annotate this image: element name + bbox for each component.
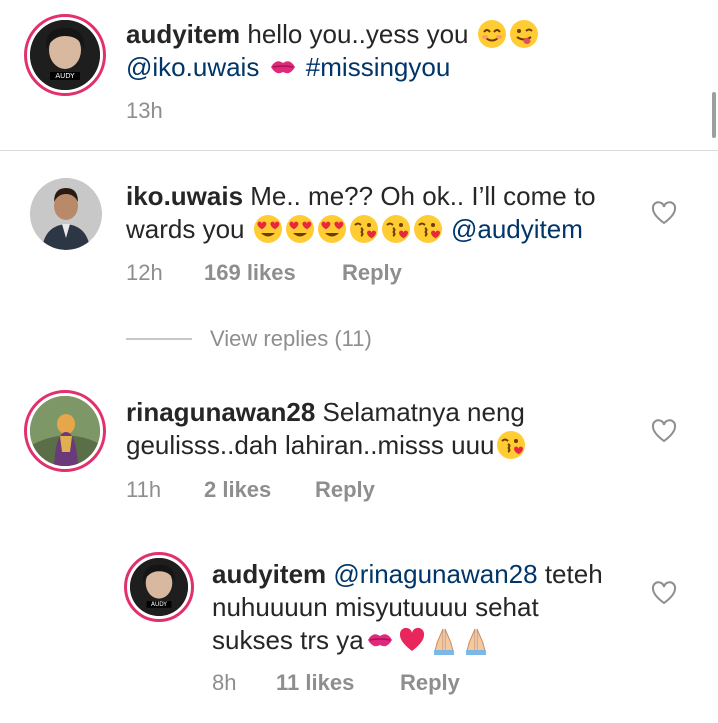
- comment-likes[interactable]: 169 likes: [204, 260, 342, 286]
- caption-meta: 13h: [126, 98, 163, 124]
- smiling-emoji-icon: [476, 19, 507, 49]
- comment-text: audyitem @rinagunawan28 teteh nuhuuuun m…: [212, 558, 642, 657]
- wink-tongue-emoji-icon: [508, 19, 539, 49]
- comment-mention[interactable]: @audyitem: [451, 214, 583, 244]
- heart-outline-icon[interactable]: [650, 580, 678, 606]
- avatar-photo-icon: AUDY: [30, 20, 100, 90]
- heart-eyes-emoji-icon: [253, 215, 282, 243]
- comment-likes[interactable]: 11 likes: [276, 670, 400, 696]
- scrollbar[interactable]: [712, 92, 716, 138]
- caption-hashtag[interactable]: #missingyou: [306, 52, 451, 82]
- kiss-mark-icon: [269, 60, 296, 74]
- caption-time: 13h: [126, 98, 163, 123]
- comment-username[interactable]: iko.uwais: [126, 181, 243, 211]
- red-heart-icon: [399, 627, 424, 651]
- heart-outline-icon[interactable]: [650, 418, 678, 444]
- comment-likes[interactable]: 2 likes: [204, 477, 315, 503]
- heart-eyes-emoji-icon: [285, 215, 314, 243]
- comment-body-line2: nuhuuuun misyutuuuu sehat: [212, 592, 539, 622]
- reply-button[interactable]: Reply: [315, 477, 375, 503]
- comment-meta: 11h 2 likes Reply: [126, 477, 375, 503]
- avatar[interactable]: [30, 178, 102, 250]
- heart-eyes-emoji-icon: [317, 215, 346, 243]
- avatar-photo-icon: [30, 178, 102, 250]
- comment-time: 11h: [126, 477, 162, 502]
- folded-hands-icon: [433, 628, 455, 655]
- kissing-heart-emoji-icon: [495, 430, 526, 460]
- caption-divider: [0, 150, 718, 151]
- avatar-label: AUDY: [55, 72, 75, 80]
- reply-button[interactable]: Reply: [342, 260, 402, 286]
- comment-text: iko.uwais Me.. me?? Oh ok.. I’ll come to…: [126, 180, 646, 246]
- comment-body: teteh: [537, 559, 603, 589]
- comment-username[interactable]: rinagunawan28: [126, 397, 315, 427]
- comments-screen: AUDY audyitem hello you..yess you @iko.u…: [0, 0, 718, 723]
- comment-meta: 12h 169 likes Reply: [126, 260, 402, 286]
- comment-time: 12h: [126, 260, 163, 285]
- avatar[interactable]: AUDY: [24, 14, 106, 96]
- caption-username[interactable]: audyitem: [126, 19, 240, 49]
- view-replies-line: [126, 338, 192, 340]
- view-replies-label: View replies (11): [210, 326, 372, 351]
- kiss-mark-icon: [366, 633, 393, 647]
- caption-mention[interactable]: @iko.uwais: [126, 52, 259, 82]
- avatar-photo-icon: AUDY: [130, 558, 188, 616]
- comment-meta: 8h 11 likes Reply: [212, 670, 460, 696]
- comment-body: Me.. me?? Oh ok.. I’ll come to: [243, 181, 596, 211]
- kissing-heart-emoji-icon: [348, 214, 379, 244]
- comment-mention[interactable]: @rinagunawan28: [333, 559, 537, 589]
- avatar-label: AUDY: [151, 602, 167, 608]
- comment-body-line3: sukses trs ya: [212, 625, 364, 655]
- comment-body-line2: geulisss..dah lahiran..misss uuu: [126, 430, 495, 460]
- comment-username[interactable]: audyitem: [212, 559, 326, 589]
- comment-time: 8h: [212, 670, 237, 695]
- comment-text: rinagunawan28 Selamatnya neng geulisss..…: [126, 396, 646, 462]
- view-replies-button[interactable]: View replies (11): [126, 326, 372, 352]
- comment-body: Selamatnya neng: [315, 397, 525, 427]
- avatar-photo-icon: [30, 396, 100, 466]
- reply-button[interactable]: Reply: [400, 670, 460, 696]
- heart-outline-icon[interactable]: [650, 200, 678, 226]
- avatar[interactable]: [24, 390, 106, 472]
- avatar[interactable]: AUDY: [124, 552, 194, 622]
- caption-text: audyitem hello you..yess you @iko.uwais …: [126, 18, 686, 84]
- comment-body-line2: wards you: [126, 214, 252, 244]
- kissing-heart-emoji-icon: [412, 214, 443, 244]
- folded-hands-icon: [465, 628, 487, 655]
- kissing-heart-emoji-icon: [380, 214, 411, 244]
- caption-body: hello you..yess you: [240, 19, 476, 49]
- caption-section: AUDY audyitem hello you..yess you @iko.u…: [0, 0, 718, 150]
